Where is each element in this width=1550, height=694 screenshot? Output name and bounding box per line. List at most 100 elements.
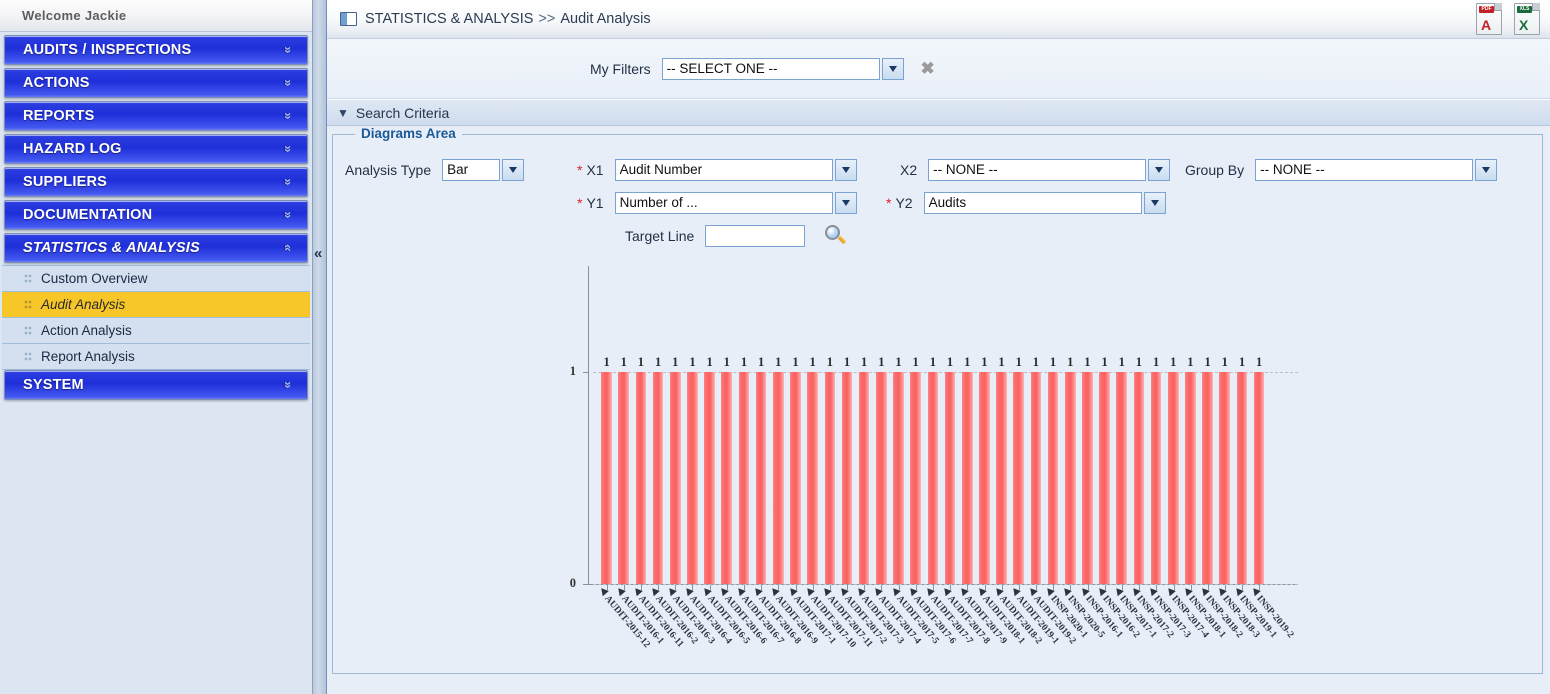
chart-bar[interactable] — [996, 372, 1007, 584]
chart-bar-item[interactable]: 1 — [821, 258, 838, 584]
chart-bar[interactable] — [979, 372, 990, 584]
excel-export-icon[interactable]: XLS X — [1514, 3, 1540, 35]
chart-bar-item[interactable]: 1 — [615, 258, 632, 584]
chart-bar[interactable] — [910, 372, 921, 584]
chart-bar[interactable] — [1219, 372, 1231, 584]
chart-bar[interactable] — [721, 372, 733, 584]
analysis-type-select[interactable]: Bar — [442, 158, 525, 181]
chart-bar-item[interactable]: 1 — [1148, 258, 1165, 584]
sidebar-group-suppliers[interactable]: SUPPLIERS » — [4, 167, 308, 197]
chart-bar-item[interactable]: 1 — [735, 258, 752, 584]
chart-bar[interactable] — [841, 372, 853, 584]
x1-chevron-down-icon[interactable] — [834, 158, 857, 181]
y1-chevron-down-icon[interactable] — [834, 191, 857, 214]
chart-bar-item[interactable]: 1 — [924, 258, 941, 584]
chart-bar-item[interactable]: 1 — [787, 258, 804, 584]
group-by-chevron-down-icon[interactable] — [1475, 158, 1498, 181]
target-line-input[interactable] — [705, 224, 806, 247]
chart-bar[interactable] — [961, 372, 973, 584]
y1-value[interactable]: Number of ... — [614, 191, 833, 214]
chart-bar-item[interactable]: 1 — [1027, 258, 1044, 584]
y2-value[interactable]: Audits — [923, 191, 1142, 214]
chart-bar[interactable] — [1185, 372, 1196, 584]
chart-bar[interactable] — [635, 372, 647, 584]
chart-bar-item[interactable]: 1 — [1130, 258, 1147, 584]
chart-bar[interactable] — [704, 372, 715, 584]
my-filters-select[interactable]: -- SELECT ONE -- — [661, 57, 904, 80]
chart-bar[interactable] — [927, 372, 939, 584]
chart-bar-item[interactable]: 1 — [650, 258, 667, 584]
x1-select[interactable]: Audit Number — [614, 158, 857, 181]
chart-bar-item[interactable]: 1 — [718, 258, 735, 584]
chart-bar[interactable] — [1013, 372, 1025, 584]
chart-bar-item[interactable]: 1 — [890, 258, 907, 584]
sidebar-item-action-analysis[interactable]: Action Analysis — [2, 317, 310, 344]
chart-bar-item[interactable]: 1 — [1096, 258, 1113, 584]
my-filters-chevron-down-icon[interactable] — [881, 57, 904, 80]
sidebar-item-audit-analysis[interactable]: Audit Analysis — [2, 291, 310, 318]
chart-bar-item[interactable]: 1 — [1044, 258, 1061, 584]
x2-value[interactable]: -- NONE -- — [928, 158, 1147, 181]
delete-filter-icon[interactable]: ✖ — [920, 60, 936, 77]
sidebar-group-reports[interactable]: REPORTS » — [4, 101, 308, 131]
chart-bar[interactable] — [1150, 372, 1162, 584]
chart-bar[interactable] — [1116, 372, 1128, 584]
chart-bar[interactable] — [1236, 372, 1248, 584]
group-by-select[interactable]: -- NONE -- — [1255, 158, 1498, 181]
chart-bar-item[interactable]: 1 — [632, 258, 649, 584]
collapse-left-icon[interactable]: « — [314, 246, 322, 261]
chart-bar[interactable] — [1253, 372, 1265, 584]
chart-bar-item[interactable]: 1 — [1199, 258, 1216, 584]
chart-bar[interactable] — [1082, 372, 1093, 584]
chart-bar[interactable] — [858, 372, 870, 584]
sidebar-item-report-analysis[interactable]: Report Analysis — [2, 343, 310, 370]
sidebar-group-actions[interactable]: ACTIONS » — [4, 68, 308, 98]
chart-bar-item[interactable]: 1 — [770, 258, 787, 584]
breadcrumb-root[interactable]: STATISTICS & ANALYSIS — [365, 11, 533, 27]
chart-bar[interactable] — [1202, 372, 1213, 584]
pdf-export-icon[interactable]: PDF A — [1476, 3, 1502, 35]
chart-bar[interactable] — [772, 372, 784, 584]
chart-bar-item[interactable]: 1 — [684, 258, 701, 584]
chart-bar-item[interactable]: 1 — [1251, 258, 1268, 584]
chart-bar[interactable] — [687, 372, 698, 584]
chart-bar[interactable] — [876, 372, 887, 584]
chart-bar-item[interactable]: 1 — [667, 258, 684, 584]
chart-bar[interactable] — [1167, 372, 1179, 584]
chart-bar-item[interactable]: 1 — [753, 258, 770, 584]
search-magnifier-icon[interactable] — [825, 224, 847, 247]
chart-bar[interactable] — [944, 372, 956, 584]
chart-bar[interactable] — [755, 372, 767, 584]
analysis-type-chevron-down-icon[interactable] — [502, 158, 525, 181]
search-criteria-header[interactable]: ▼ Search Criteria — [327, 99, 1550, 126]
analysis-type-value[interactable]: Bar — [442, 158, 501, 181]
sidebar-group-hazard-log[interactable]: HAZARD LOG » — [4, 134, 308, 164]
chart-bar[interactable] — [1047, 372, 1059, 584]
x2-select[interactable]: -- NONE -- — [928, 158, 1171, 181]
sidebar-group-statistics-analysis[interactable]: STATISTICS & ANALYSIS « — [4, 233, 308, 263]
chart-bar-item[interactable]: 1 — [856, 258, 873, 584]
sidebar-group-system[interactable]: SYSTEM » — [4, 370, 308, 400]
chart-bar-item[interactable]: 1 — [1165, 258, 1182, 584]
chart-bar-item[interactable]: 1 — [1182, 258, 1199, 584]
chart-bar-item[interactable]: 1 — [959, 258, 976, 584]
chart-bar[interactable] — [1030, 372, 1042, 584]
sidebar-collapse-splitter[interactable]: « — [312, 0, 327, 694]
chart-bar-item[interactable]: 1 — [1216, 258, 1233, 584]
chart-bar-item[interactable]: 1 — [804, 258, 821, 584]
y1-select[interactable]: Number of ... — [614, 191, 857, 214]
x2-chevron-down-icon[interactable] — [1148, 158, 1171, 181]
sidebar-group-documentation[interactable]: DOCUMENTATION » — [4, 200, 308, 230]
chart-bar[interactable] — [652, 372, 664, 584]
chart-bar[interactable] — [807, 372, 818, 584]
sidebar-group-audits-inspections[interactable]: AUDITS / INSPECTIONS » — [4, 35, 308, 65]
chart-bar[interactable] — [824, 372, 836, 584]
chart-bar[interactable] — [669, 372, 681, 584]
chart-bar-item[interactable]: 1 — [941, 258, 958, 584]
chart-bar-item[interactable]: 1 — [701, 258, 718, 584]
x1-value[interactable]: Audit Number — [614, 158, 833, 181]
chart-bar-item[interactable]: 1 — [1233, 258, 1250, 584]
chart-bar-item[interactable]: 1 — [1062, 258, 1079, 584]
group-by-value[interactable]: -- NONE -- — [1255, 158, 1474, 181]
y2-select[interactable]: Audits — [923, 191, 1166, 214]
